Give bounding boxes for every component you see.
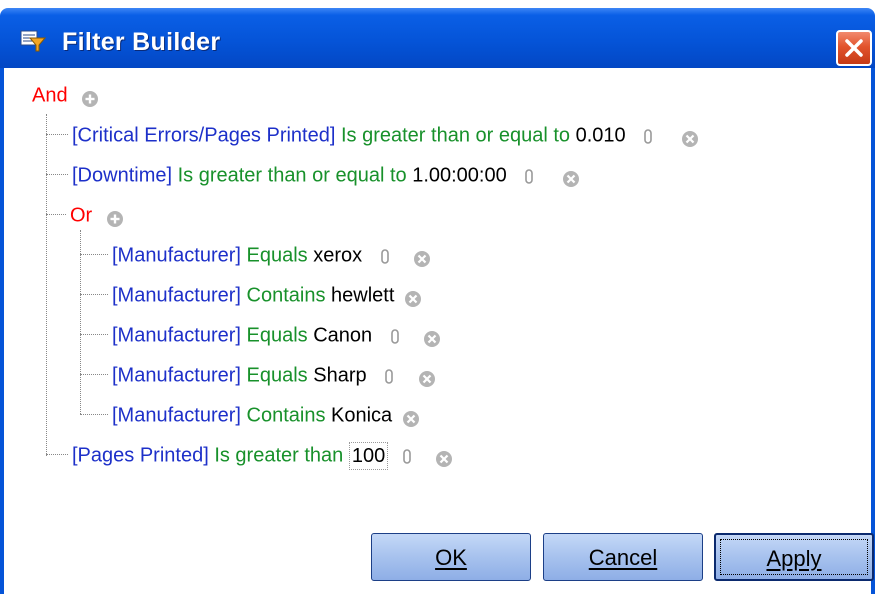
ok-button[interactable]: OK — [371, 533, 531, 581]
title-bar[interactable]: Filter Builder — [0, 8, 875, 68]
close-icon — [845, 39, 863, 57]
value-editor-icon[interactable] — [402, 446, 412, 466]
condition-field[interactable]: [Downtime] — [72, 165, 172, 187]
nested-group-row: Or — [70, 200, 124, 230]
value-editor-icon[interactable] — [384, 366, 394, 386]
tree-line — [46, 214, 66, 215]
condition-field[interactable]: [Critical Errors/Pages Printed] — [72, 125, 335, 147]
ok-button-label: OK — [435, 545, 467, 570]
filter-funnel-icon — [20, 30, 46, 52]
condition-value[interactable]: Konica — [331, 405, 392, 427]
window-title: Filter Builder — [62, 28, 221, 56]
condition-row: [Downtime] Is greater than or equal to 1… — [72, 160, 580, 190]
condition-operator[interactable]: Equals — [247, 245, 308, 267]
value-editor-icon[interactable] — [524, 166, 534, 186]
condition-row: [Manufacturer] Equals xerox — [112, 240, 431, 270]
value-editor-icon[interactable] — [643, 126, 653, 146]
condition-value[interactable]: hewlett — [331, 285, 394, 307]
condition-field[interactable]: [Manufacturer] — [112, 245, 241, 267]
condition-value[interactable]: 1.00:00:00 — [412, 165, 507, 187]
remove-condition-icon[interactable] — [435, 447, 453, 467]
apply-button[interactable]: Apply — [714, 533, 874, 581]
condition-value[interactable]: 0.010 — [576, 125, 626, 147]
value-editor-icon[interactable] — [380, 246, 390, 266]
cancel-button[interactable]: Cancel — [543, 533, 703, 581]
tree-line — [80, 414, 108, 415]
condition-value[interactable]: Sharp — [313, 365, 366, 387]
condition-row: [Manufacturer] Contains hewlett — [112, 280, 422, 310]
tree-line — [80, 254, 108, 255]
condition-operator[interactable]: Contains — [247, 285, 326, 307]
filter-tree: And [Critical Errors/Pages Printed] Is g… — [0, 68, 875, 528]
add-condition-icon[interactable] — [106, 207, 124, 227]
condition-operator[interactable]: Equals — [247, 325, 308, 347]
condition-value[interactable]: xerox — [313, 245, 362, 267]
focus-rectangle — [720, 539, 868, 575]
root-group-row: And — [32, 80, 99, 110]
condition-row: [Critical Errors/Pages Printed] Is great… — [72, 120, 699, 150]
tree-line — [46, 114, 47, 456]
condition-field[interactable]: [Pages Printed] — [72, 445, 209, 467]
condition-field[interactable]: [Manufacturer] — [112, 285, 241, 307]
condition-operator[interactable]: Is greater than or equal to — [341, 125, 570, 147]
remove-condition-icon[interactable] — [418, 367, 436, 387]
condition-row: [Manufacturer] Contains Konica — [112, 400, 420, 430]
remove-condition-icon[interactable] — [402, 407, 420, 427]
group-operator-or[interactable]: Or — [70, 205, 92, 227]
cancel-button-label: Cancel — [588, 545, 658, 570]
tree-line — [80, 374, 108, 375]
tree-line — [46, 454, 68, 455]
value-editor-icon[interactable] — [390, 326, 400, 346]
condition-value[interactable]: Canon — [313, 325, 372, 347]
condition-row: [Manufacturer] Equals Sharp — [112, 360, 436, 390]
tree-line — [80, 230, 81, 414]
add-condition-icon[interactable] — [81, 87, 99, 107]
condition-field[interactable]: [Manufacturer] — [112, 405, 241, 427]
condition-operator[interactable]: Is greater than or equal to — [178, 165, 407, 187]
filter-builder-dialog: Filter Builder And [Critical Errors/Page… — [0, 0, 875, 594]
condition-field[interactable]: [Manufacturer] — [112, 325, 241, 347]
condition-field[interactable]: [Manufacturer] — [112, 365, 241, 387]
remove-condition-icon[interactable] — [681, 127, 699, 147]
condition-operator[interactable]: Equals — [247, 365, 308, 387]
remove-condition-icon[interactable] — [562, 167, 580, 187]
condition-row: [Pages Printed] Is greater than 100 — [72, 440, 453, 470]
close-button[interactable] — [836, 30, 872, 66]
tree-line — [46, 174, 68, 175]
condition-row: [Manufacturer] Equals Canon — [112, 320, 441, 350]
group-operator-and[interactable]: And — [32, 85, 68, 107]
condition-operator[interactable]: Contains — [247, 405, 326, 427]
tree-line — [46, 134, 68, 135]
tree-line — [80, 294, 108, 295]
remove-condition-icon[interactable] — [404, 287, 422, 307]
tree-line — [80, 334, 108, 335]
condition-operator[interactable]: Is greater than — [214, 445, 343, 467]
remove-condition-icon[interactable] — [413, 247, 431, 267]
remove-condition-icon[interactable] — [423, 327, 441, 347]
condition-value-editor[interactable]: 100 — [348, 441, 389, 470]
